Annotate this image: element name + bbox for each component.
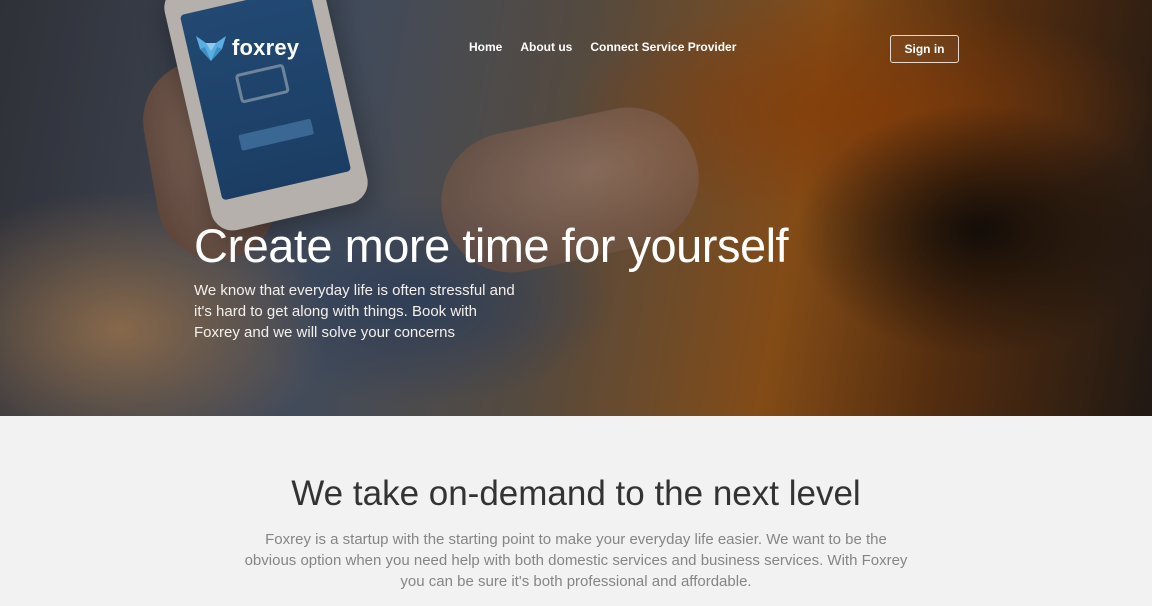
hero-banner: foxrey Home About us Connect Service Pro… [0,0,1152,416]
section-title: We take on-demand to the next level [291,474,861,513]
section-text: Foxrey is a startup with the starting po… [244,531,908,590]
sign-in-button[interactable]: Sign in [890,35,959,63]
fox-icon [196,36,226,61]
main-nav: Home About us Connect Service Provider [469,40,754,54]
about-section: We take on-demand to the next level Foxr… [0,416,1152,606]
nav-connect-service-provider[interactable]: Connect Service Provider [590,40,736,54]
brand-logo[interactable]: foxrey [195,34,299,62]
nav-home[interactable]: Home [469,40,502,54]
brand-name: foxrey [232,35,300,60]
hero-title: Create more time for yourself [194,219,789,272]
hero-subtitle: We know that everyday life is often stre… [194,282,515,341]
nav-about-us[interactable]: About us [520,40,572,54]
